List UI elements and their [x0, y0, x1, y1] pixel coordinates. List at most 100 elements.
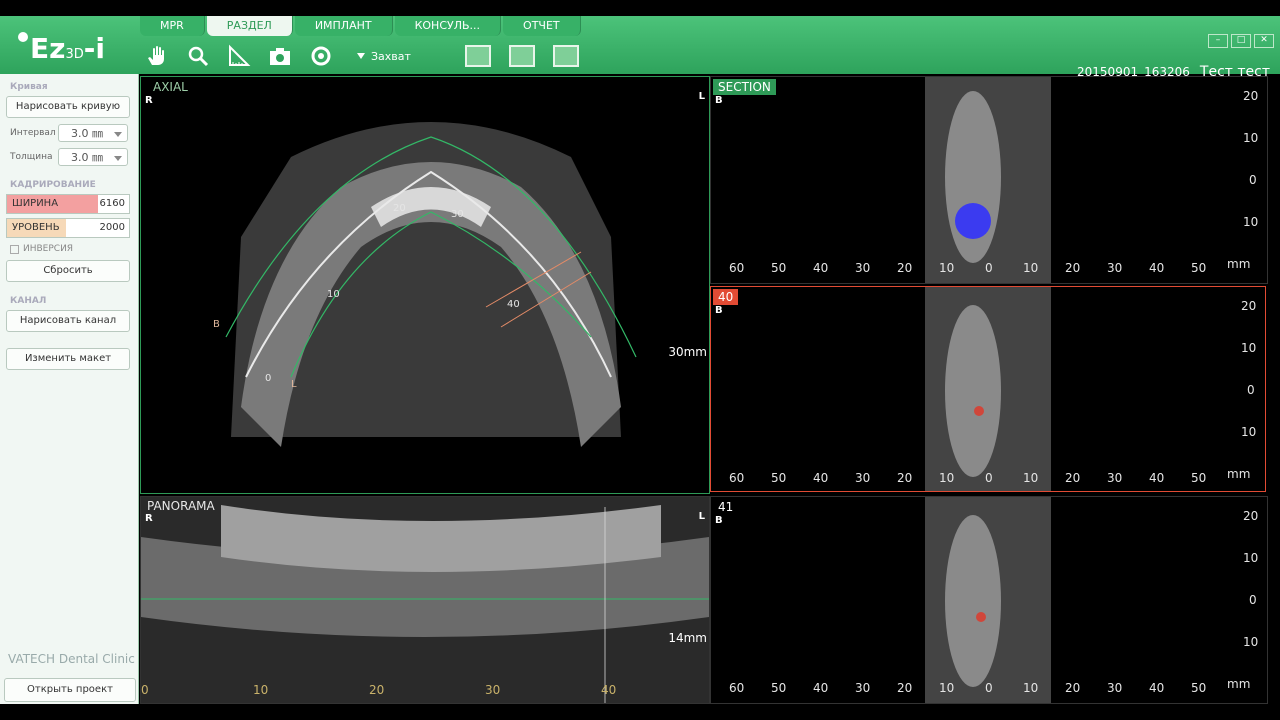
s3-x-10b: 10 [1023, 681, 1039, 695]
s3-x-60: 60 [729, 681, 745, 695]
minimize-icon[interactable]: – [1208, 34, 1228, 48]
open-project-button[interactable]: Открыть проект [4, 678, 136, 702]
s3-x-30: 30 [855, 681, 871, 695]
section-b-3: B [715, 515, 723, 526]
close-icon[interactable]: ✕ [1254, 34, 1274, 48]
curve-section-title: Кривая [10, 82, 48, 92]
tab-section[interactable]: РАЗДЕЛ [206, 16, 293, 36]
s3-x-50b: 50 [1191, 681, 1207, 695]
tab-consult[interactable]: КОНСУЛЬ... [394, 16, 502, 36]
draw-channel-button[interactable]: Нарисовать канал [6, 310, 130, 332]
section-image-1 [925, 77, 1051, 283]
capture-label: Захват [371, 49, 411, 63]
panorama-image [141, 497, 709, 703]
interval-select[interactable]: 3.0 ㎜ [58, 124, 128, 142]
cropping-section-title: КАДРИРОВАНИЕ [10, 180, 96, 190]
section-view-1[interactable]: SECTION B 60 50 40 30 20 10 0 10 20 30 4… [710, 76, 1268, 284]
s3-y-10: 10 [1243, 551, 1259, 565]
axial-view[interactable]: AXIAL R L 30mm 0 10 20 30 40 B L [140, 76, 710, 494]
axial-l-marker: L [291, 379, 297, 390]
channel-section-title: КАНАЛ [10, 296, 47, 306]
zoom-icon[interactable] [181, 41, 215, 71]
axial-left-marker: R [145, 95, 153, 106]
s1-x-50b: 50 [1191, 261, 1207, 275]
axial-b-marker: B [213, 319, 220, 330]
s2-x-0: 0 [985, 471, 993, 485]
draw-curve-button[interactable]: Нарисовать кривую [6, 96, 130, 118]
inversion-checkbox[interactable]: ИНВЕРСИЯ [10, 244, 128, 254]
s2-x-50b: 50 [1191, 471, 1207, 485]
s1-y-0: 0 [1249, 173, 1257, 187]
reset-button[interactable]: Сбросить [6, 260, 130, 282]
panorama-scale: 14mm [668, 631, 707, 645]
level-value: 2000 [99, 222, 125, 233]
dropdown-arrow-icon [357, 53, 365, 59]
tab-report[interactable]: ОТЧЕТ [503, 16, 581, 36]
section-title-1: SECTION [713, 79, 776, 95]
s1-x-0: 0 [985, 261, 993, 275]
s2-y-0: 0 [1247, 383, 1255, 397]
thickness-select[interactable]: 3.0 ㎜ [58, 148, 128, 166]
panorama-view[interactable]: PANORAMA R L 14mm 0 10 20 30 40 [140, 496, 710, 704]
width-control[interactable]: ШИРИНА 6160 [6, 194, 130, 214]
s1-x-10b: 10 [1023, 261, 1039, 275]
s2-y-10: 10 [1241, 341, 1257, 355]
pano-tick-0: 0 [141, 683, 149, 697]
axial-right-marker: L [698, 91, 705, 102]
layout-grid-icon[interactable] [553, 45, 579, 67]
logo-text: Ez [30, 32, 66, 65]
maximize-icon[interactable]: □ [1231, 34, 1251, 48]
measure-icon[interactable] [222, 41, 256, 71]
pano-tick-10: 10 [253, 683, 269, 697]
s2-x-10b: 10 [1023, 471, 1039, 485]
curve-label-40: 40 [507, 299, 520, 310]
layout-one-icon[interactable] [465, 45, 491, 67]
s1-x-30: 30 [855, 261, 871, 275]
reset-view-icon[interactable] [304, 41, 338, 71]
tab-implant[interactable]: ИМПЛАНТ [294, 16, 393, 36]
change-layout-button[interactable]: Изменить макет [6, 348, 130, 370]
camera-icon[interactable] [263, 41, 297, 71]
curve-label-0: 0 [265, 373, 272, 384]
s2-x-40: 40 [813, 471, 829, 485]
s1-x-60: 60 [729, 261, 745, 275]
s3-x-40b: 40 [1149, 681, 1165, 695]
s2-x-40b: 40 [1149, 471, 1165, 485]
s3-x-40: 40 [813, 681, 829, 695]
s1-x-40: 40 [813, 261, 829, 275]
section-title-2: 40 [713, 289, 739, 305]
layout-two-icon[interactable] [509, 45, 535, 67]
capture-dropdown[interactable]: Захват [357, 50, 447, 63]
s3-x-20b: 20 [1065, 681, 1081, 695]
s3-y-20: 20 [1243, 509, 1259, 523]
s3-x-20: 20 [897, 681, 913, 695]
s1-x-10: 10 [939, 261, 955, 275]
clinic-name: VATECH Dental Clinic [8, 652, 135, 666]
s2-y-10b: 10 [1241, 425, 1257, 439]
pan-hand-icon[interactable] [140, 41, 174, 71]
toolbar: Захват [140, 40, 579, 72]
window-controls: – □ ✕ [1208, 34, 1274, 48]
s3-x-50: 50 [771, 681, 787, 695]
section-b-2: B [715, 305, 723, 316]
s2-x-50: 50 [771, 471, 787, 485]
s3-y-0: 0 [1249, 593, 1257, 607]
thickness-label: Толщина [10, 152, 53, 162]
axial-title: AXIAL [153, 80, 188, 94]
pano-tick-40: 40 [601, 683, 617, 697]
s1-y-10b: 10 [1243, 215, 1259, 229]
tab-mpr[interactable]: MPR [140, 16, 205, 36]
curve-label-20: 20 [393, 203, 406, 214]
level-control[interactable]: УРОВЕНЬ 2000 [6, 218, 130, 238]
s1-x-20: 20 [897, 261, 913, 275]
section-view-2[interactable]: 40 B 60 50 40 30 20 10 0 10 20 30 40 50 … [710, 286, 1266, 492]
section-title-3: 41 [718, 500, 734, 514]
level-label: УРОВЕНЬ [7, 219, 66, 237]
section-b-1: B [715, 95, 723, 106]
s3-x-30b: 30 [1107, 681, 1123, 695]
curve-label-30: 30 [451, 209, 464, 220]
width-value: 6160 [99, 198, 125, 209]
axial-image [225, 122, 637, 447]
pano-tick-30: 30 [485, 683, 501, 697]
section-view-3[interactable]: 41 B 60 50 40 30 20 10 0 10 20 30 40 50 … [710, 496, 1268, 704]
